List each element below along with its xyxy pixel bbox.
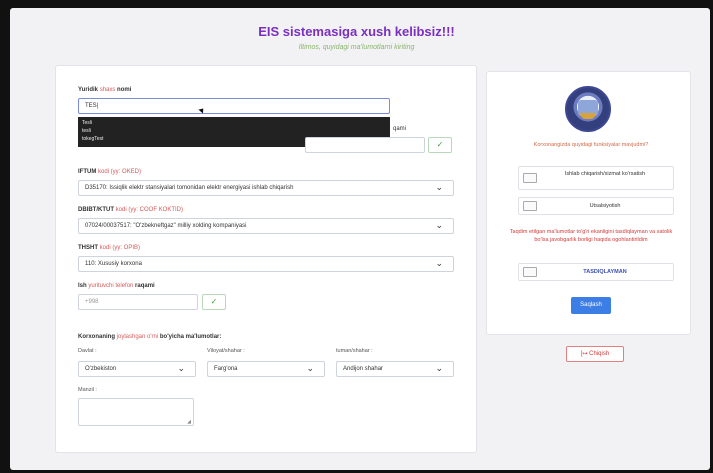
- hidden-field-label: qami: [393, 126, 407, 132]
- location-section-title: Korxonaning joylashgan o'rni bo'yicha ma…: [78, 334, 222, 340]
- suggestion-item[interactable]: Tesli: [82, 119, 386, 127]
- phone-input[interactable]: +998: [78, 294, 198, 310]
- address-textarea[interactable]: [78, 398, 194, 426]
- region-label: Viloyat/shahar :: [207, 348, 245, 354]
- hidden-field-input[interactable]: [305, 137, 425, 153]
- page-title: EIS sistemasiga xush kelibsiz!!!: [258, 24, 455, 39]
- district-label: tuman/shahar :: [336, 348, 373, 354]
- confirmation-warning: Taqdim etilgan ma'lumotlar to'g'ri ekanl…: [509, 229, 673, 243]
- tshxt-label: THSHT kodi (yy: OPIB): [78, 245, 141, 251]
- checkbox[interactable]: [523, 201, 537, 211]
- region-select[interactable]: Farg'ona: [207, 361, 325, 377]
- ifutm-select[interactable]: D35170: Issiqlik elektr stansiyalari tom…: [78, 180, 454, 196]
- option-sales[interactable]: Utsalsiyotish: [518, 197, 674, 215]
- company-name-label: Yuridik shaxs nomi: [78, 87, 132, 93]
- country-select[interactable]: O'zbekiston: [78, 361, 196, 377]
- company-name-input[interactable]: TES|: [78, 98, 390, 114]
- phone-verify-button[interactable]: ✓: [202, 294, 226, 310]
- ifutm-label: IFTUM kodi (yy: OKED): [78, 169, 142, 175]
- confirm-checkbox-row[interactable]: TASDIQLAYMAN: [518, 263, 674, 281]
- country-label: Davlat :: [78, 348, 97, 354]
- functions-question: Korxonangizda quyidagi funksiyalar mavju…: [533, 142, 649, 148]
- page-subtitle: Iltimos, quyidagi ma'lumotlarni kiriting: [298, 44, 415, 51]
- option-production[interactable]: Ishlab chiqarish/xizmat ko'rsatish: [518, 166, 674, 190]
- dbibt-select[interactable]: 07024/00037517: "O'zbekneftgaz" milliy x…: [78, 218, 454, 234]
- verify-check-button[interactable]: ✓: [428, 137, 452, 153]
- dbibt-label: DBIBT/KTUT kodi (yy: COOF KOKTID): [78, 207, 184, 213]
- logout-button[interactable]: [↦ Chiqish: [566, 346, 624, 362]
- save-button[interactable]: Saqlash: [571, 297, 611, 314]
- checkbox[interactable]: [523, 267, 537, 277]
- address-label: Manzil :: [78, 387, 97, 393]
- tshxt-select[interactable]: 110: Xususiy korxona: [78, 256, 454, 272]
- district-select[interactable]: Andijon shahar: [336, 361, 454, 377]
- suggestion-item[interactable]: tesli: [82, 127, 386, 135]
- phone-label: Ish yurituvchi telefon raqami: [78, 283, 155, 289]
- checkbox[interactable]: [523, 173, 537, 183]
